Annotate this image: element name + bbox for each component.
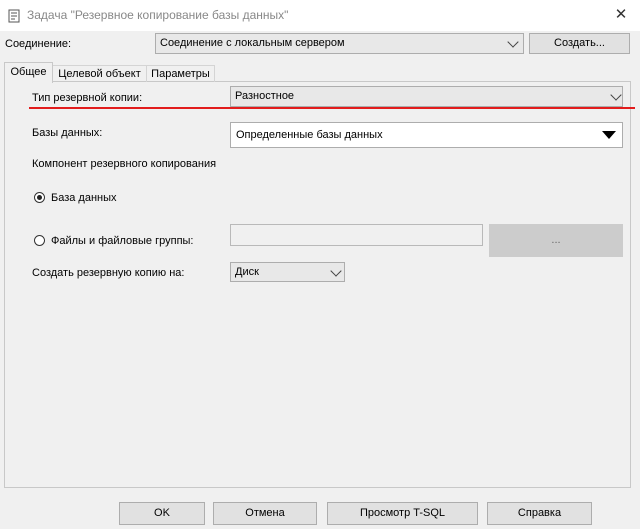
tab-options[interactable]: Параметры: [147, 65, 215, 82]
browse-files-button[interactable]: ...: [489, 224, 623, 257]
close-icon[interactable]: ✕: [612, 6, 630, 24]
radio-selected-dot: [37, 195, 42, 200]
radio-files-label[interactable]: Файлы и файловые группы:: [51, 235, 193, 247]
connection-value: Соединение с локальным сервером: [160, 37, 345, 49]
annotation-underline: [29, 107, 635, 109]
databases-label: Базы данных:: [32, 127, 103, 139]
create-connection-button[interactable]: Создать...: [529, 33, 630, 54]
backup-type-select[interactable]: Разностное: [230, 86, 623, 107]
radio-database[interactable]: [34, 192, 45, 203]
window-title: Задача "Резервное копирование базы данны…: [27, 8, 289, 22]
chevron-down-icon: [610, 89, 622, 101]
cancel-button[interactable]: Отмена: [213, 502, 317, 525]
databases-select[interactable]: Определенные базы данных: [230, 122, 623, 148]
help-button[interactable]: Справка: [487, 502, 592, 525]
backup-to-label: Создать резервную копию на:: [32, 267, 185, 279]
chevron-down-icon: [330, 265, 342, 277]
connection-label: Соединение:: [5, 38, 72, 50]
triangle-down-icon: [602, 131, 616, 139]
component-label: Компонент резервного копирования: [32, 158, 217, 170]
task-icon: [8, 9, 20, 23]
radio-database-label[interactable]: База данных: [51, 192, 117, 204]
databases-value: Определенные базы данных: [236, 129, 383, 141]
radio-files[interactable]: [34, 235, 45, 246]
databases-dropdown-button[interactable]: [597, 124, 621, 146]
ok-button[interactable]: OK: [119, 502, 205, 525]
backup-type-label: Тип резервной копии:: [32, 92, 143, 104]
tab-destination[interactable]: Целевой объект: [53, 65, 147, 82]
tsql-preview-button[interactable]: Просмотр T-SQL: [327, 502, 478, 525]
backup-to-select[interactable]: Диск: [230, 262, 345, 282]
files-input[interactable]: [230, 224, 483, 246]
backup-type-value: Разностное: [235, 90, 295, 102]
tab-general[interactable]: Общее: [4, 62, 53, 83]
chevron-down-icon: [507, 36, 519, 48]
connection-select[interactable]: Соединение с локальным сервером: [155, 33, 524, 54]
backup-to-value: Диск: [235, 266, 259, 278]
